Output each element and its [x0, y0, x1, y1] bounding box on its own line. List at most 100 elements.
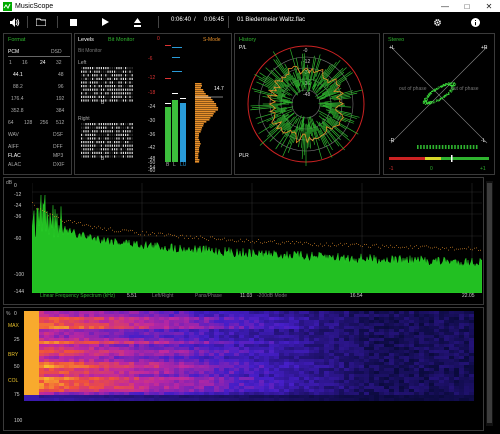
- spectrogram-cell: [149, 386, 155, 390]
- spectrogram-cell: [294, 347, 300, 351]
- bit-cell: [100, 151, 102, 154]
- spectrogram-cell: [89, 392, 95, 396]
- spectrogram-cell: [74, 338, 80, 342]
- spectrogram-cell: [269, 377, 275, 381]
- spectrum-pan-label[interactable]: Pans/Phase: [195, 293, 222, 299]
- open-folder-icon[interactable]: [32, 13, 50, 31]
- spectrogram-cell: [224, 389, 230, 393]
- eject-icon[interactable]: [128, 13, 146, 31]
- spectrogram-cell: [94, 356, 100, 360]
- minimize-button[interactable]: —: [434, 0, 456, 12]
- spectrogram-cell: [464, 368, 470, 372]
- spectrogram-cell: [439, 377, 445, 381]
- spectrum-db-mode-label[interactable]: -200dB Mode: [257, 293, 287, 299]
- gonio-dot: [446, 94, 448, 96]
- spectrogram-cell: [409, 344, 415, 348]
- stop-icon[interactable]: [64, 13, 82, 31]
- spectrogram-cell: [369, 398, 375, 401]
- s-mode-label[interactable]: S-Mode: [203, 37, 221, 43]
- close-button[interactable]: ✕: [478, 0, 500, 12]
- spectrogram-cell: [349, 326, 355, 330]
- spectrogram-cell: [444, 356, 450, 360]
- spectrum-lr-label[interactable]: Left/Right: [152, 293, 173, 299]
- spectrogram-cell: [379, 329, 385, 333]
- bit-monitor-tab[interactable]: Bit Monitor: [108, 37, 134, 43]
- spectrogram-cell: [314, 317, 320, 321]
- level-scale-top: 0: [157, 36, 160, 42]
- spectrogram-cell: [189, 332, 195, 336]
- bit-cell: [81, 130, 83, 133]
- spectrogram-cell: [454, 380, 460, 384]
- stereo-plus-l: +L: [389, 45, 395, 51]
- corr-negative: [389, 157, 425, 160]
- spectrogram-cell: [214, 353, 220, 357]
- spectrogram-cell: [344, 368, 350, 372]
- spectrum-peak-dot: [44, 211, 45, 212]
- bit-cell: [114, 74, 116, 77]
- bit-cell: [83, 151, 85, 154]
- spectrum-peak-dot: [134, 232, 135, 234]
- spectrogram-cell: [289, 383, 295, 387]
- spectrogram-cell: [329, 338, 335, 342]
- spectrogram-cell: [139, 374, 145, 378]
- spectrum-mode-label[interactable]: Linear Frequency Spectrum (kHz): [40, 293, 115, 299]
- maximize-button[interactable]: □: [456, 0, 478, 12]
- bit-cell: [131, 92, 133, 95]
- bit-cell: [98, 95, 100, 98]
- spectrogram-cell: [314, 377, 320, 381]
- spectrogram-cell: [169, 353, 175, 357]
- bit-cell: [89, 130, 91, 133]
- gonio-dot: [442, 85, 444, 87]
- spectrogram-cell: [129, 341, 135, 345]
- spectrogram-cell: [399, 338, 405, 342]
- bit-cell: [92, 126, 94, 129]
- spectrogram-cell: [419, 344, 425, 348]
- spectrogram-cell: [374, 326, 380, 330]
- spectrogram-cell: [84, 353, 90, 357]
- spectrogram-cell: [234, 338, 240, 342]
- spectrogram-cell: [79, 335, 85, 339]
- spectrogram-cell: [139, 344, 145, 348]
- spectrogram-cell: [24, 392, 30, 396]
- spectrogram-cell: [159, 359, 165, 363]
- spectrogram-cell: [329, 332, 335, 336]
- spectrogram-cell: [424, 386, 430, 390]
- play-icon[interactable]: [96, 13, 114, 31]
- spectrogram-cell: [429, 356, 435, 360]
- spectrogram-cell: [94, 341, 100, 345]
- bit-cell: [127, 88, 129, 91]
- bit-cell: [87, 99, 89, 102]
- spectrogram-cell: [389, 344, 395, 348]
- spectrogram-cell: [299, 329, 305, 333]
- left-level-bar: [165, 107, 171, 162]
- spectrogram-cell: [389, 311, 395, 315]
- bit-cell: [129, 123, 131, 126]
- gonio-dot: [426, 99, 428, 101]
- spectrogram-cell: [254, 323, 260, 327]
- spectrogram-cell: [254, 347, 260, 351]
- histogram-bar: [195, 143, 201, 145]
- scrollbar-thumb[interactable]: [487, 183, 492, 423]
- spectrogram-cell: [89, 374, 95, 378]
- spectrogram-cell: [139, 317, 145, 321]
- bit-cell: [127, 123, 129, 126]
- vertical-scrollbar[interactable]: [486, 181, 493, 426]
- bit-cell: [96, 141, 98, 144]
- spectrogram-cell: [39, 380, 45, 384]
- settings-gear-icon[interactable]: [428, 13, 446, 31]
- spectrogram-cell: [79, 389, 85, 393]
- histogram-bar: [195, 131, 201, 133]
- volume-icon[interactable]: [6, 13, 24, 31]
- spectrogram-cell: [354, 371, 360, 375]
- spectrogram-cell: [199, 374, 205, 378]
- spectrogram-cell: [39, 350, 45, 354]
- spectrogram-cell: [259, 329, 265, 333]
- gonio-dot: [442, 95, 444, 97]
- info-icon[interactable]: [466, 13, 484, 31]
- spectrogram-cell: [24, 326, 30, 330]
- spectrogram-cell: [284, 392, 290, 396]
- spectrogram-cell: [209, 353, 215, 357]
- spectrogram-cell: [309, 341, 315, 345]
- bit-32: 32: [56, 60, 62, 66]
- spectrogram-cell: [124, 320, 130, 324]
